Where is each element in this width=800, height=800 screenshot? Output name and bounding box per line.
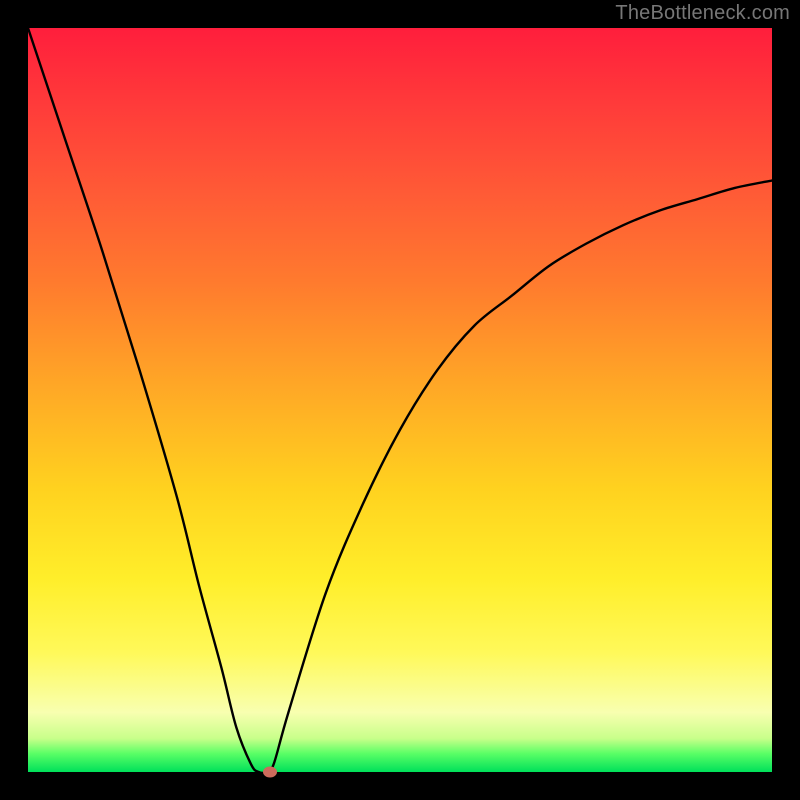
minimum-marker-dot (263, 767, 277, 778)
plot-area (28, 28, 772, 772)
bottleneck-curve (28, 28, 772, 772)
chart-frame: TheBottleneck.com (0, 0, 800, 800)
watermark-text: TheBottleneck.com (615, 2, 790, 25)
